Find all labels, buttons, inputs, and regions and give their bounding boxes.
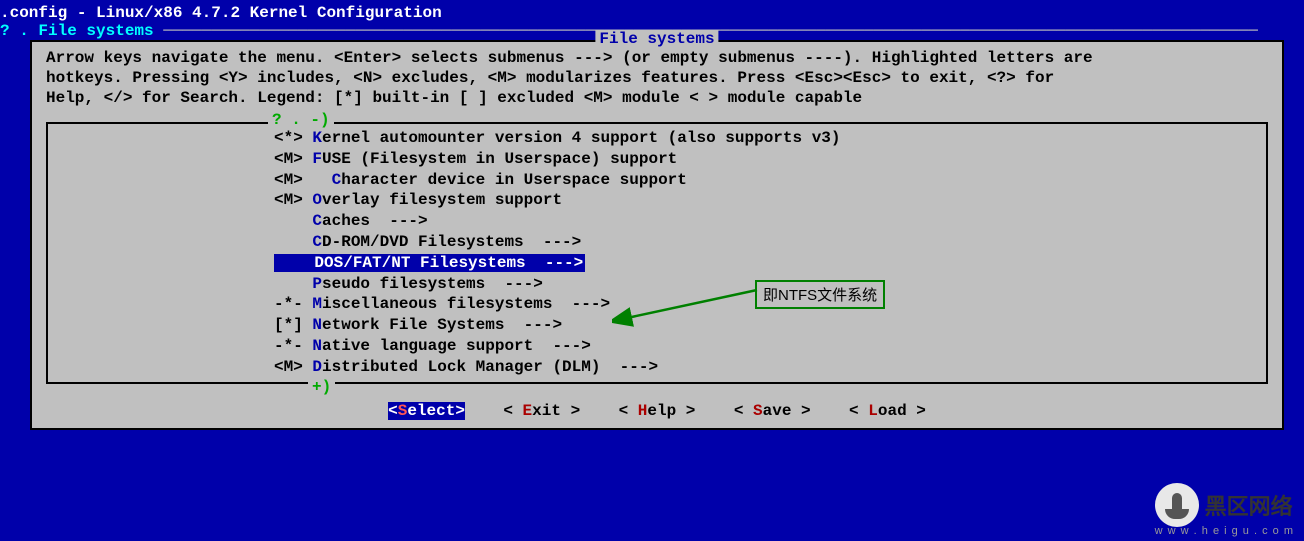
breadcrumb: ? . File systems — [0, 22, 154, 40]
button-bar: <Select> < Exit > < Help > < Save > < Lo… — [46, 402, 1268, 420]
menu-item[interactable]: <M> FUSE (Filesystem in Userspace) suppo… — [54, 149, 1260, 170]
scroll-up-indicator: ? . -) — [268, 111, 334, 129]
menu-item[interactable]: DOS/FAT/NT Filesystems ---> — [54, 253, 1260, 274]
menu-item[interactable]: <M> Overlay filesystem support — [54, 190, 1260, 211]
help-line: Help, </> for Search. Legend: [*] built-… — [46, 88, 1268, 108]
menu-item[interactable]: <M> Distributed Lock Manager (DLM) ---> — [54, 357, 1260, 378]
help-text: Arrow keys navigate the menu. <Enter> se… — [46, 48, 1268, 108]
menu-item[interactable]: <M> Character device in Userspace suppor… — [54, 170, 1260, 191]
load-button[interactable]: < Load > — [849, 402, 926, 420]
help-button[interactable]: < Help > — [619, 402, 696, 420]
scroll-down-indicator: +) — [308, 378, 335, 396]
dialog-title: File systems — [595, 30, 718, 48]
menu-item[interactable]: Caches ---> — [54, 211, 1260, 232]
select-button[interactable]: <Select> — [388, 402, 465, 420]
menu-item[interactable]: [*] Network File Systems ---> — [54, 315, 1260, 336]
save-button[interactable]: < Save > — [734, 402, 811, 420]
help-line: hotkeys. Pressing <Y> includes, <N> excl… — [46, 68, 1268, 88]
menu-item[interactable]: Pseudo filesystems ---> — [54, 274, 1260, 295]
menu-item[interactable]: -*- Native language support ---> — [54, 336, 1260, 357]
main-dialog: File systems Arrow keys navigate the men… — [30, 40, 1284, 430]
watermark-text: 黑区网络 — [1205, 489, 1293, 521]
menu-item[interactable]: -*- Miscellaneous filesystems ---> — [54, 294, 1260, 315]
watermark: 黑区网络 w w w . h e i g u . c o m — [1155, 483, 1294, 537]
watermark-icon — [1155, 483, 1199, 527]
menu-item[interactable]: CD-ROM/DVD Filesystems ---> — [54, 232, 1260, 253]
menu-list[interactable]: ? . -) <*> Kernel automounter version 4 … — [46, 122, 1268, 384]
window-title: .config - Linux/x86 4.7.2 Kernel Configu… — [0, 0, 1304, 22]
menu-item[interactable]: <*> Kernel automounter version 4 support… — [54, 128, 1260, 149]
annotation-label: 即NTFS文件系统 — [755, 280, 885, 309]
help-line: Arrow keys navigate the menu. <Enter> se… — [46, 48, 1268, 68]
exit-button[interactable]: < Exit > — [503, 402, 580, 420]
